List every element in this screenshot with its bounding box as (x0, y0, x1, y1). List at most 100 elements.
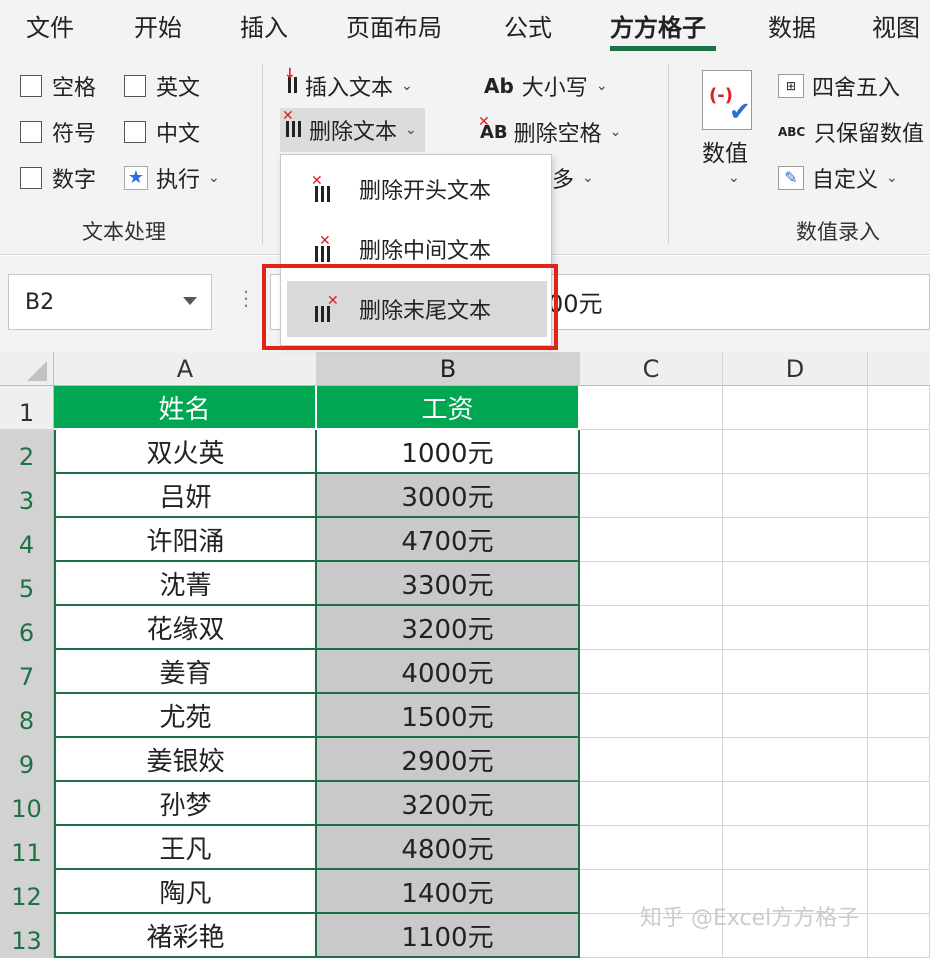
checkbox-box[interactable] (124, 121, 146, 143)
cell-salary[interactable]: 1000元 (317, 430, 580, 474)
tab-file[interactable]: 文件 (26, 8, 74, 43)
cell-empty[interactable] (580, 430, 723, 474)
cell-name[interactable]: 吕妍 (54, 474, 317, 518)
tab-view[interactable]: 视图 (872, 8, 920, 43)
cell-empty[interactable] (723, 782, 868, 826)
caret-down-icon[interactable] (183, 297, 197, 305)
cell-salary[interactable]: 2900元 (317, 738, 580, 782)
cell-empty[interactable] (868, 474, 930, 518)
cell-salary[interactable]: 3200元 (317, 606, 580, 650)
cell-empty[interactable] (723, 430, 868, 474)
cell-empty[interactable] (868, 650, 930, 694)
cell-empty[interactable] (868, 694, 930, 738)
cell-empty[interactable] (868, 562, 930, 606)
custom-button[interactable]: ✎ 自定义 ⌄ (778, 162, 898, 194)
cell-empty[interactable] (868, 606, 930, 650)
cell-empty[interactable] (580, 826, 723, 870)
cell-salary[interactable]: 1500元 (317, 694, 580, 738)
row-header[interactable]: 12 (0, 870, 54, 914)
cell-name[interactable]: 陶凡 (54, 870, 317, 914)
checkbox-box[interactable] (20, 167, 42, 189)
delete-text-button[interactable]: ✕ 删除文本 ⌄ (280, 108, 425, 152)
cell-empty[interactable] (723, 386, 868, 430)
cell-empty[interactable] (723, 650, 868, 694)
header-cell-salary[interactable]: 工资 (317, 386, 580, 430)
menu-item-delete-start[interactable]: ✕ 删除开头文本 (281, 161, 551, 217)
checkbox-chinese[interactable]: 中文 (124, 116, 200, 148)
execute-button[interactable]: ★ 执行 ⌄ (124, 162, 220, 194)
checkbox-box[interactable] (124, 75, 146, 97)
checkbox-symbol[interactable]: 符号 (20, 116, 96, 148)
row-header[interactable]: 3 (0, 474, 54, 518)
cell-empty[interactable] (868, 430, 930, 474)
cell-empty[interactable] (868, 870, 930, 914)
more-options-icon[interactable]: ⋮ (236, 286, 256, 310)
cell-empty[interactable] (580, 738, 723, 782)
insert-text-button[interactable]: ↓ 插入文本 ⌄ (284, 67, 413, 102)
row-header[interactable]: 8 (0, 694, 54, 738)
cell-empty[interactable] (868, 518, 930, 562)
cell-empty[interactable] (723, 562, 868, 606)
column-header-b[interactable]: B (317, 352, 580, 386)
checkbox-number[interactable]: 数字 (20, 162, 96, 194)
cell-empty[interactable] (868, 738, 930, 782)
cell-salary[interactable]: 3200元 (317, 782, 580, 826)
cell-empty[interactable] (868, 826, 930, 870)
number-button[interactable]: (-) ✔ 数值 ⌄ (696, 66, 760, 196)
row-header[interactable]: 7 (0, 650, 54, 694)
cell-salary[interactable]: 4700元 (317, 518, 580, 562)
tab-fangfang[interactable]: 方方格子 (610, 8, 706, 43)
cell-salary[interactable]: 4800元 (317, 826, 580, 870)
cell-name[interactable]: 花缘双 (54, 606, 317, 650)
row-header[interactable]: 11 (0, 826, 54, 870)
row-header[interactable]: 6 (0, 606, 54, 650)
round-button[interactable]: ⊞ 四舍五入 (778, 70, 900, 102)
cell-empty[interactable] (868, 782, 930, 826)
cell-empty[interactable] (723, 606, 868, 650)
cell-empty[interactable] (580, 562, 723, 606)
cell-empty[interactable] (868, 386, 930, 430)
tab-data[interactable]: 数据 (768, 8, 816, 43)
cell-empty[interactable] (723, 826, 868, 870)
column-header-a[interactable]: A (54, 352, 317, 386)
cell-empty[interactable] (723, 518, 868, 562)
tab-home[interactable]: 开始 (134, 8, 182, 43)
tab-insert[interactable]: 插入 (240, 8, 288, 43)
row-header[interactable]: 5 (0, 562, 54, 606)
row-header[interactable]: 4 (0, 518, 54, 562)
tab-page-layout[interactable]: 页面布局 (346, 8, 442, 43)
cell-name[interactable]: 姜银姣 (54, 738, 317, 782)
row-header[interactable]: 1 (0, 386, 54, 430)
keep-number-button[interactable]: ABC 只保留数值 (778, 116, 924, 148)
row-header[interactable]: 10 (0, 782, 54, 826)
checkbox-space[interactable]: 空格 (20, 70, 96, 102)
cell-name[interactable]: 褚彩艳 (54, 914, 317, 958)
checkbox-box[interactable] (20, 75, 42, 97)
cell-name[interactable]: 许阳涌 (54, 518, 317, 562)
cell-name[interactable]: 尤苑 (54, 694, 317, 738)
checkbox-english[interactable]: 英文 (124, 70, 200, 102)
cell-name[interactable]: 沈菁 (54, 562, 317, 606)
cell-empty[interactable] (723, 474, 868, 518)
cell-empty[interactable] (580, 518, 723, 562)
cell-empty[interactable] (580, 694, 723, 738)
column-header-e[interactable] (868, 352, 930, 386)
column-header-d[interactable]: D (723, 352, 868, 386)
more-button[interactable]: 多 ⌄ (552, 162, 594, 194)
cell-empty[interactable] (580, 650, 723, 694)
cell-empty[interactable] (580, 474, 723, 518)
delete-space-button[interactable]: ✕ AB 删除空格 ⌄ (478, 114, 621, 148)
cell-name[interactable]: 姜育 (54, 650, 317, 694)
tab-formulas[interactable]: 公式 (504, 8, 552, 43)
cell-empty[interactable] (723, 738, 868, 782)
column-header-c[interactable]: C (580, 352, 723, 386)
cell-empty[interactable] (580, 782, 723, 826)
cell-salary[interactable]: 3000元 (317, 474, 580, 518)
case-button[interactable]: Ab 大小写 ⌄ (484, 70, 608, 102)
cell-salary[interactable]: 1100元 (317, 914, 580, 958)
cell-salary[interactable]: 3300元 (317, 562, 580, 606)
name-box[interactable]: B2 (8, 274, 212, 330)
row-header[interactable]: 13 (0, 914, 54, 958)
cell-empty[interactable] (723, 694, 868, 738)
cell-name[interactable]: 双火英 (54, 430, 317, 474)
